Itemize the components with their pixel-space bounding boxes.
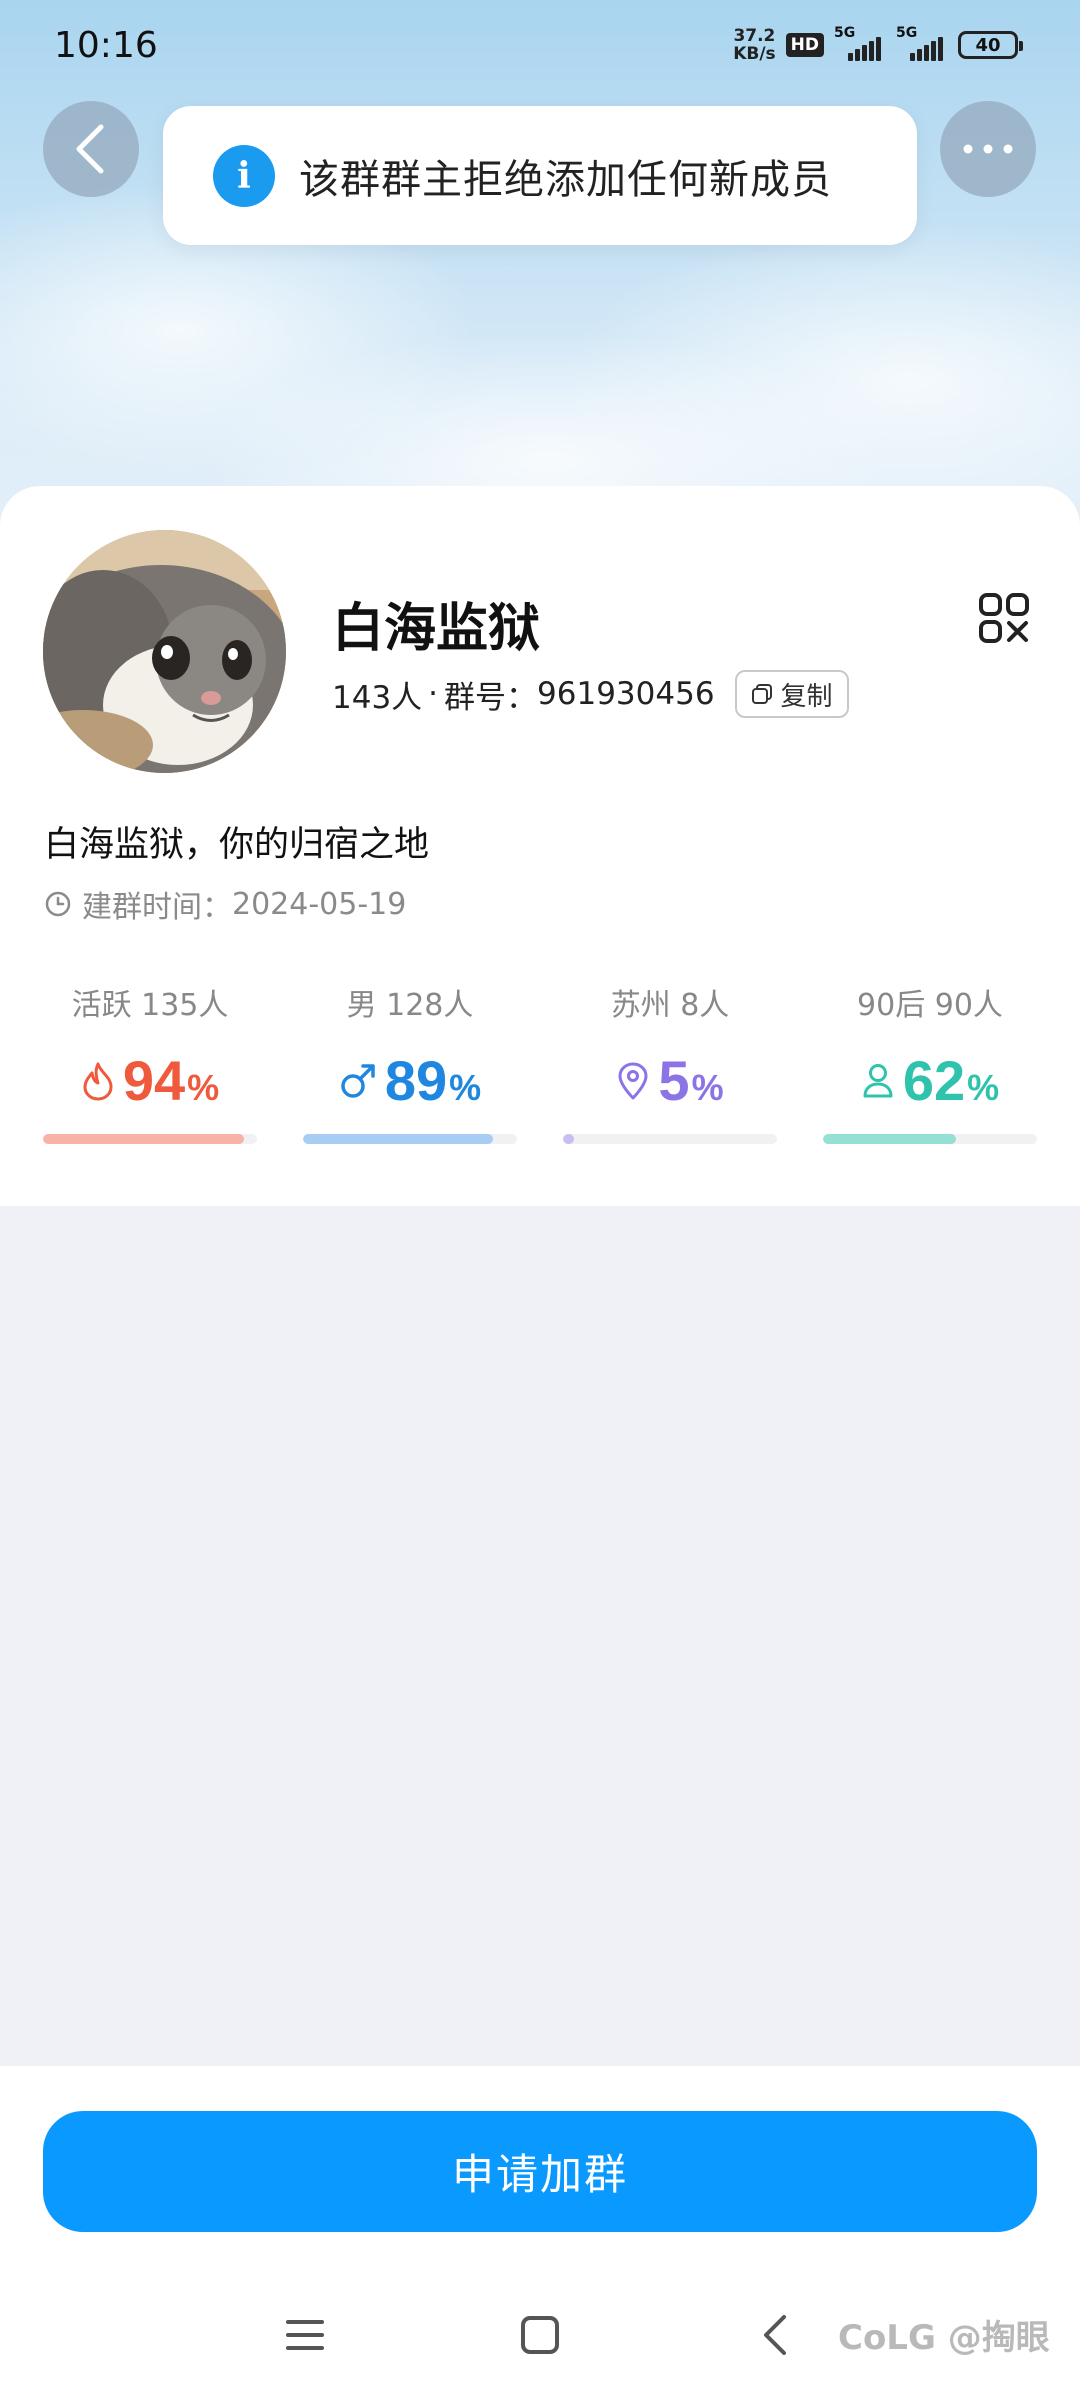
- flame-icon: [83, 1062, 113, 1101]
- toast-notification: i 该群群主拒绝添加任何新成员: [163, 106, 917, 245]
- signal-icon: 5G: [834, 25, 886, 61]
- stat-value: 62 %: [861, 1048, 999, 1114]
- stats-row: 活跃 135人 94 % 男 128人 89 % 苏州 8人 5 % 90后 9…: [43, 980, 1037, 1144]
- separator-dot: ·: [428, 676, 439, 712]
- location-pin-icon: [618, 1062, 648, 1100]
- nav-home-button[interactable]: [505, 2300, 575, 2370]
- stat-label: 活跃 135人: [71, 988, 229, 1023]
- stat-bar: [303, 1134, 517, 1144]
- toast-message: 该群群主拒绝添加任何新成员: [299, 156, 832, 203]
- info-icon: i: [213, 144, 275, 207]
- group-name: 白海监狱: [332, 599, 541, 659]
- cat-avatar-image: [43, 530, 286, 773]
- group-description: 白海监狱，你的归宿之地: [44, 825, 430, 865]
- copy-label: 复制: [780, 681, 833, 712]
- stat-label: 90后 90人: [857, 988, 1003, 1023]
- group-info-card: 白海监狱 143人 · 群号： 961930456 复制 白海监狱，你的归宿之地…: [0, 486, 1080, 1206]
- copy-icon: [751, 684, 772, 704]
- signal-icon: 5G: [896, 25, 948, 61]
- group-avatar[interactable]: [43, 530, 286, 773]
- stat-male: 男 128人 89 %: [303, 980, 517, 1144]
- nav-menu-button[interactable]: [270, 2300, 340, 2370]
- stat-bar-fill: [303, 1134, 494, 1144]
- clock-icon: [45, 891, 71, 917]
- stat-bar: [823, 1134, 1037, 1144]
- status-bar: 10:16 37.2 KB/s HD 5G 5G 40: [0, 0, 1080, 90]
- created-date: 2024-05-19: [232, 886, 407, 922]
- stat-bar-fill: [563, 1134, 574, 1144]
- more-dots-icon: [963, 144, 1013, 154]
- back-button[interactable]: [43, 101, 139, 197]
- stat-value: 5 %: [616, 1048, 724, 1114]
- stat-active: 活跃 135人 94 %: [43, 980, 257, 1144]
- group-id-label: 群号：: [444, 679, 538, 716]
- male-icon: [341, 1064, 375, 1098]
- created-date-row: 建群时间： 2024-05-19: [44, 882, 406, 926]
- status-icons: 37.2 KB/s HD 5G 5G 40: [733, 25, 1023, 64]
- hd-icon: HD: [785, 33, 824, 57]
- chevron-left-icon: [76, 124, 104, 174]
- stat-value: 94 %: [81, 1048, 219, 1114]
- chevron-left-icon: [764, 2315, 786, 2355]
- stat-bar-fill: [823, 1134, 956, 1144]
- more-button[interactable]: [940, 101, 1036, 197]
- stat-label: 苏州 8人: [610, 988, 730, 1023]
- watermark: CoLG @掏眼: [838, 2318, 1050, 2358]
- home-square-icon: [521, 2316, 559, 2354]
- group-id-value: 961930456: [537, 676, 715, 712]
- group-meta: 143人 · 群号： 961930456 复制: [332, 670, 849, 718]
- qr-code-icon: [979, 593, 1029, 643]
- nav-back-button[interactable]: [740, 2300, 810, 2370]
- qr-code-button[interactable]: [978, 592, 1030, 644]
- stat-bar: [563, 1134, 777, 1144]
- stat-location: 苏州 8人 5 %: [563, 980, 777, 1144]
- status-time: 10:16: [54, 24, 158, 66]
- stat-value: 89 %: [339, 1048, 481, 1114]
- battery-icon: 40: [958, 31, 1023, 59]
- person-icon: [863, 1064, 893, 1098]
- stat-age: 90后 90人 62 %: [823, 980, 1037, 1144]
- network-speed: 37.2 KB/s: [733, 26, 776, 64]
- stat-label: 男 128人: [346, 988, 474, 1023]
- stat-bar-fill: [43, 1134, 245, 1144]
- menu-icon: [286, 2320, 324, 2350]
- stat-bar: [43, 1134, 257, 1144]
- created-label: 建群时间：: [82, 890, 232, 925]
- copy-button[interactable]: 复制: [734, 670, 849, 718]
- join-group-button[interactable]: 申请加群: [43, 2111, 1037, 2232]
- member-count: 143人: [332, 679, 423, 716]
